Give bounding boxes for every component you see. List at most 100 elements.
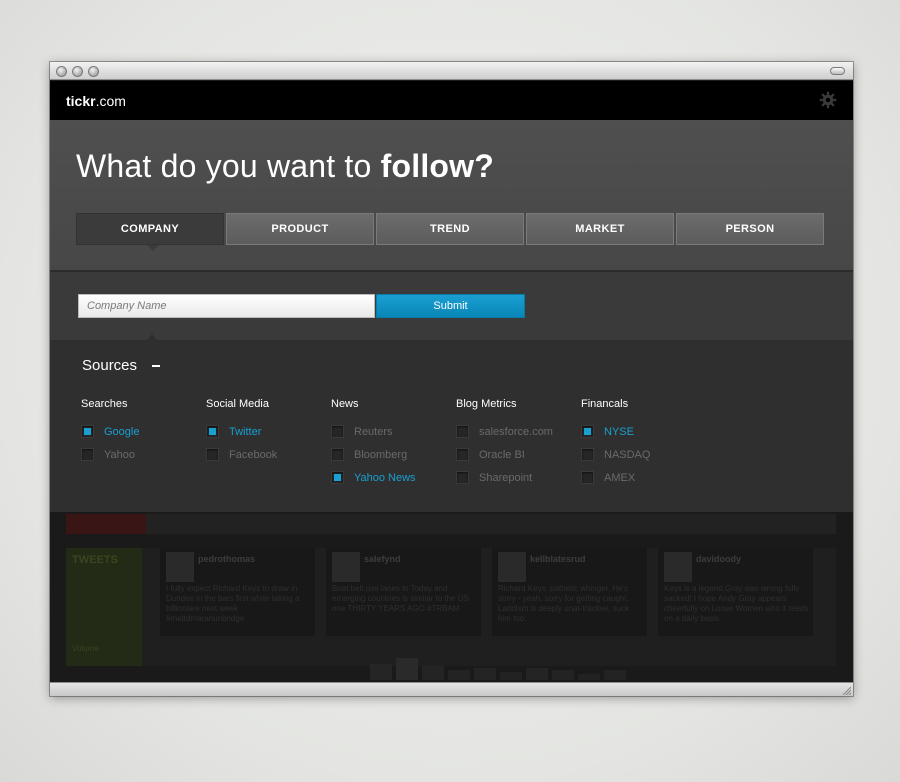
checkbox-bloomberg[interactable]: [331, 448, 344, 461]
avatar: [498, 552, 526, 582]
checkbox-facebook[interactable]: [206, 448, 219, 461]
tweet-user: davidoody: [696, 554, 742, 564]
checkbox-google[interactable]: [81, 425, 94, 438]
source-label: Reuters: [354, 425, 393, 438]
source-group-title: Financals: [581, 398, 629, 410]
source-label: Google: [104, 425, 140, 438]
source-facebook[interactable]: Facebook: [206, 443, 326, 466]
source-group-title: Social Media: [206, 398, 269, 410]
source-group-title: Searches: [81, 398, 128, 410]
checkbox-salesforce[interactable]: [456, 425, 469, 438]
source-twitter[interactable]: Twitter: [206, 420, 326, 443]
toolbar-toggle-button[interactable]: [830, 67, 845, 75]
source-label: NASDAQ: [604, 448, 651, 461]
tickr-logo[interactable]: tickr.com: [66, 93, 126, 109]
source-label: AMEX: [604, 471, 636, 484]
source-label: Yahoo News: [354, 471, 416, 484]
tweet-text: Richard Keys, pathetic whinger. He's sor…: [498, 584, 630, 623]
tweet-user: salefynd: [364, 554, 401, 564]
source-group-title: Blog Metrics: [456, 398, 517, 410]
tweet-user: kellblatesrud: [530, 554, 586, 564]
source-group-title: News: [331, 398, 359, 410]
source-sharepoint[interactable]: Sharepoint: [456, 466, 576, 489]
source-label: Facebook: [229, 448, 278, 461]
source-yahoo-news[interactable]: Yahoo News: [331, 466, 451, 489]
checkbox-oracle-bi[interactable]: [456, 448, 469, 461]
app-header: tickr.com: [50, 81, 853, 120]
tweets-sidebar: TWEETS Volume: [66, 548, 142, 666]
source-bloomberg[interactable]: Bloomberg: [331, 443, 451, 466]
ticker-highlight: [66, 514, 146, 534]
tweet-card: davidoody Keys is a legend,Gray was wron…: [658, 548, 813, 636]
source-nyse[interactable]: NYSE: [581, 420, 701, 443]
tweet-text: Boat belt use lanes in Today and emergin…: [332, 584, 469, 613]
source-group-blog-metrics: Blog Metrics salesforce.com Oracle BI Sh…: [456, 398, 576, 489]
avatar: [332, 552, 360, 582]
source-google[interactable]: Google: [81, 420, 201, 443]
source-label: Yahoo: [104, 448, 135, 461]
tweet-text: Keys is a legend,Gray was wrong fully sa…: [664, 584, 809, 623]
minus-icon[interactable]: [152, 365, 160, 367]
tweet-text: I fully expect Richard Keys to draw in D…: [166, 584, 300, 623]
sources-panel: Sources Searches Google Yahoo Social Med…: [50, 340, 853, 512]
search-panel: Submit: [50, 270, 853, 342]
checkbox-yahoo-news[interactable]: [331, 471, 344, 484]
headline-bold: follow?: [380, 148, 494, 184]
background-dashboard: TWEETS Volume pedrothomas I fully expect…: [50, 512, 853, 682]
source-reuters[interactable]: Reuters: [331, 420, 451, 443]
tweet-card: salefynd Boat belt use lanes in Today an…: [326, 548, 481, 636]
gear-icon[interactable]: [819, 91, 837, 109]
tweet-card: kellblatesrud Richard Keys, pathetic whi…: [492, 548, 647, 636]
source-group-news: News Reuters Bloomberg Yahoo News: [331, 398, 451, 489]
tweets-title: TWEETS: [72, 554, 118, 566]
avatar: [664, 552, 692, 582]
tab-trend[interactable]: TREND: [376, 213, 524, 245]
page-title: What do you want to follow?: [76, 148, 494, 185]
logo-bold: tickr: [66, 93, 96, 109]
close-window-button[interactable]: [56, 66, 67, 77]
source-salesforce[interactable]: salesforce.com: [456, 420, 576, 443]
submit-button[interactable]: Submit: [376, 294, 525, 318]
avatar: [166, 552, 194, 582]
dashboard-ticker-strip: [66, 514, 836, 534]
source-nasdaq[interactable]: NASDAQ: [581, 443, 701, 466]
checkbox-nasdaq[interactable]: [581, 448, 594, 461]
source-label: Twitter: [229, 425, 262, 438]
source-group-financals: Financals NYSE NASDAQ AMEX: [581, 398, 701, 489]
sources-title: Sources: [82, 357, 138, 374]
minimize-window-button[interactable]: [72, 66, 83, 77]
browser-window: tickr.com What do you want to follow? CO…: [50, 62, 853, 696]
window-statusbar: [50, 682, 853, 696]
source-amex[interactable]: AMEX: [581, 466, 701, 489]
checkbox-twitter[interactable]: [206, 425, 219, 438]
checkbox-reuters[interactable]: [331, 425, 344, 438]
source-yahoo[interactable]: Yahoo: [81, 443, 201, 466]
headline-regular: What do you want to: [76, 148, 372, 184]
checkbox-nyse[interactable]: [581, 425, 594, 438]
tab-product[interactable]: PRODUCT: [226, 213, 374, 245]
tab-market[interactable]: MARKET: [526, 213, 674, 245]
checkbox-sharepoint[interactable]: [456, 471, 469, 484]
source-label: NYSE: [604, 425, 634, 438]
tweets-footer: Volume: [72, 644, 99, 653]
tweet-card: pedrothomas I fully expect Richard Keys …: [160, 548, 315, 636]
window-titlebar: [50, 62, 853, 80]
source-group-social-media: Social Media Twitter Facebook: [206, 398, 326, 466]
source-label: Bloomberg: [354, 448, 408, 461]
follow-type-tabs: COMPANY PRODUCT TREND MARKET PERSON: [76, 213, 826, 251]
source-label: Oracle BI: [479, 448, 525, 461]
checkbox-yahoo[interactable]: [81, 448, 94, 461]
logo-domain: .com: [95, 93, 126, 109]
source-oracle-bi[interactable]: Oracle BI: [456, 443, 576, 466]
follow-panel: What do you want to follow? COMPANY PROD…: [50, 120, 853, 270]
tab-person[interactable]: PERSON: [676, 213, 824, 245]
zoom-window-button[interactable]: [88, 66, 99, 77]
tweet-user: pedrothomas: [198, 554, 256, 564]
source-label: Sharepoint: [479, 471, 533, 484]
resize-grip-icon[interactable]: [841, 685, 851, 695]
tab-company[interactable]: COMPANY: [76, 213, 224, 251]
tweets-panel: TWEETS Volume pedrothomas I fully expect…: [66, 548, 836, 666]
source-group-searches: Searches Google Yahoo: [81, 398, 201, 466]
checkbox-amex[interactable]: [581, 471, 594, 484]
company-name-input[interactable]: [78, 294, 375, 318]
